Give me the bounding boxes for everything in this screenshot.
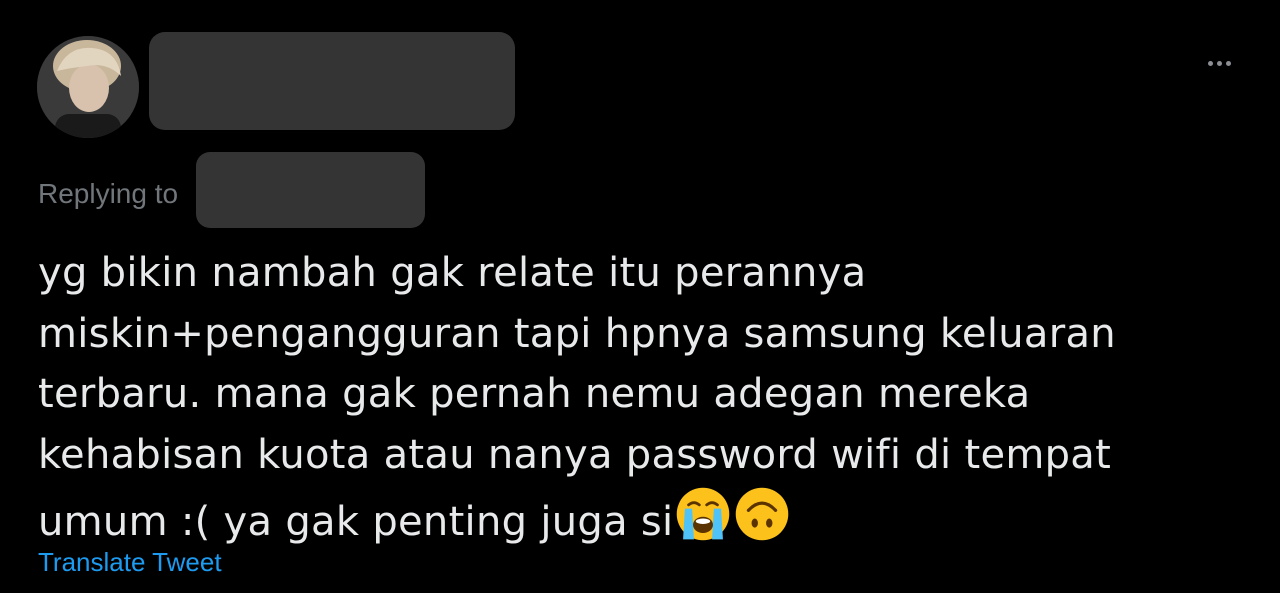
tweet-text-line: umum :( ya gak penting juga si (38, 499, 674, 545)
dot-icon (1216, 60, 1222, 66)
avatar-image (37, 36, 139, 138)
reply-handle-redaction (196, 152, 425, 228)
translate-tweet-link[interactable]: Translate Tweet (38, 545, 222, 579)
avatar[interactable] (37, 36, 139, 138)
tweet-text-line-last: umum :( ya gak penting juga si (38, 485, 1238, 553)
display-name-redaction (149, 32, 515, 130)
dot-icon (1207, 60, 1213, 66)
tweet-text-line: miskin+pengangguran tapi hpnya samsung k… (38, 310, 1116, 357)
tweet-text-line: kehabisan kuota atau nanya password wifi… (38, 431, 1112, 478)
tweet-text-line: yg bikin nambah gak relate itu perannya (38, 250, 867, 296)
replying-to-label: Replying to (38, 178, 179, 209)
tweet-text: yg bikin nambah gak relate itu perannya … (38, 243, 1238, 553)
upside-down-face-icon (736, 487, 789, 541)
dot-icon (1225, 60, 1231, 66)
more-options-icon[interactable] (1196, 50, 1242, 76)
tweet-text-line: terbaru. mana gak pernah nemu adegan mer… (38, 371, 1031, 417)
loudly-crying-face-icon (677, 487, 730, 541)
